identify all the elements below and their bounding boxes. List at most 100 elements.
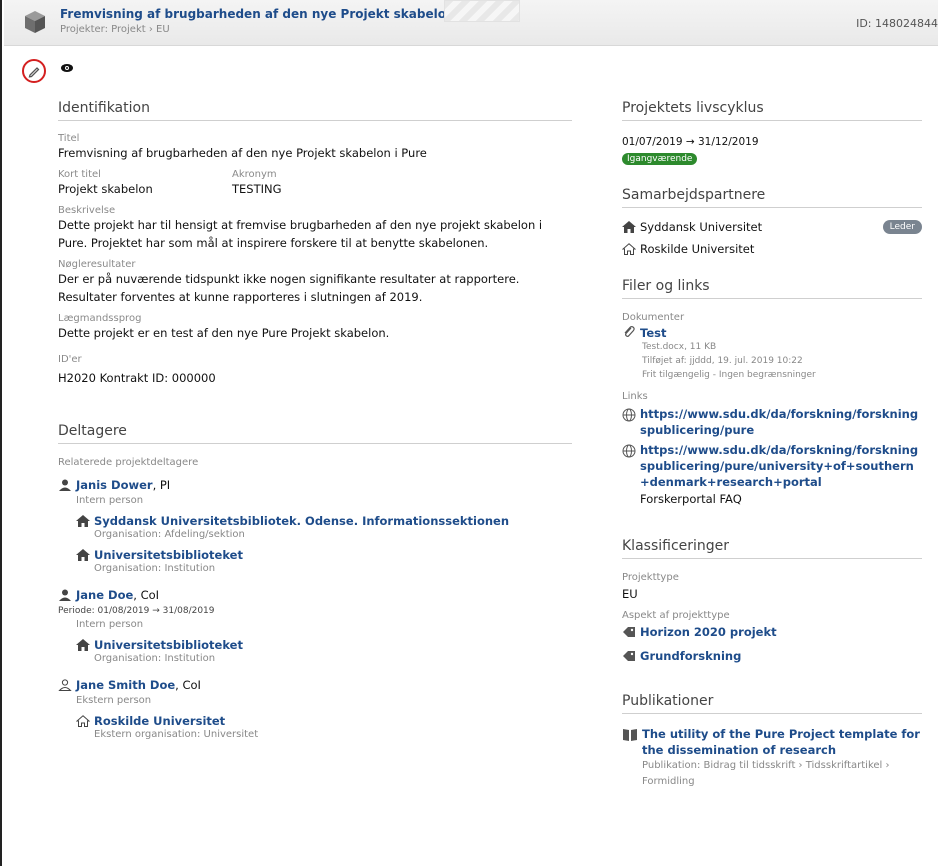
- tag-2-label[interactable]: Grundforskning: [640, 649, 741, 663]
- participant-2-org: Universitetsbiblioteket Organisation: In…: [76, 638, 572, 666]
- house-icon: [622, 221, 636, 233]
- pencil-icon: [28, 67, 40, 78]
- files-heading: Filer og links: [622, 278, 922, 299]
- house-outline-icon: [76, 715, 90, 727]
- short-title-value: Projekt skabelon: [58, 182, 153, 196]
- placeholder-stamp: [444, 0, 520, 22]
- participant-1: Janis Dower, PI Intern person Syddansk U…: [58, 476, 572, 576]
- edit-button[interactable]: [22, 59, 46, 83]
- participant-1-name[interactable]: Janis Dower: [76, 478, 153, 492]
- participant-1-org2: Universitetsbiblioteket Organisation: In…: [76, 548, 572, 576]
- partners-heading: Samarbejdspartnere: [622, 187, 922, 208]
- document-meta-3: Frit tilgængelig - Ingen begrænsninger: [642, 370, 816, 380]
- partners-section: Samarbejdspartnere Syddansk Universitet …: [622, 187, 922, 256]
- lifecycle-section: Projektets livscyklus 01/07/2019 → 31/12…: [622, 100, 922, 165]
- participant-2: Jane Doe, CoI Periode: 01/08/2019 → 31/0…: [58, 586, 572, 666]
- document-meta-2: Tilføjet af: jjddd, 19. jul. 2019 10:22: [642, 356, 803, 366]
- project-type-value: EU: [622, 587, 638, 601]
- partner-2-name[interactable]: Roskilde Universitet: [640, 242, 754, 256]
- tag-1-label[interactable]: Horizon 2020 projekt: [640, 625, 777, 639]
- project-type-label: Projekttype: [622, 572, 679, 583]
- acronym-label: Akronym: [232, 169, 277, 180]
- participant-1-org: Syddansk Universitetsbibliotek. Odense. …: [76, 514, 572, 542]
- participant-3-type: Ekstern person: [76, 695, 152, 706]
- link-2-description: Forskerportal FAQ: [640, 492, 742, 506]
- links-label: Links: [622, 391, 648, 402]
- publication-title[interactable]: The utility of the Pure Project template…: [642, 726, 922, 758]
- house-outline-icon: [622, 243, 636, 255]
- participants-heading: Deltagere: [58, 423, 572, 444]
- link-item-2: https://www.sdu.dk/da/forskning/forsknin…: [622, 442, 922, 508]
- document-link[interactable]: Test: [640, 326, 666, 340]
- title-value: Fremvisning af brugbarheden af den nye P…: [58, 146, 427, 160]
- link-2[interactable]: https://www.sdu.dk/da/forskning/forsknin…: [640, 442, 922, 490]
- document-item: Test Test.docx, 11 KB Tilføjet af: jjddd…: [622, 325, 922, 382]
- publications-section: Publikationer The utility of the Pure Pr…: [622, 693, 922, 790]
- document-meta-1: Test.docx, 11 KB: [642, 342, 717, 352]
- toolbar: [4, 47, 938, 87]
- link-item-1: https://www.sdu.dk/da/forskning/forsknin…: [622, 406, 922, 438]
- participant-3-name[interactable]: Jane Smith Doe: [76, 678, 175, 692]
- participant-2-name[interactable]: Jane Doe: [76, 588, 133, 602]
- participant-3-org-type: Ekstern organisation: Universitet: [94, 729, 259, 740]
- house-icon: [76, 639, 90, 651]
- participant-1-org2-type: Organisation: Institution: [94, 563, 216, 574]
- participant-1-role: , PI: [152, 478, 171, 492]
- classifications-section: Klassificeringer Projekttype EU Aspekt a…: [622, 538, 922, 663]
- documents-label: Dokumenter: [622, 312, 685, 323]
- participant-1-type: Intern person: [76, 495, 144, 506]
- partner-2: Roskilde Universitet: [622, 242, 922, 256]
- participant-1-org2-name[interactable]: Universitetsbiblioteket: [94, 548, 243, 562]
- tag-icon: [623, 627, 635, 637]
- participant-2-role: , CoI: [133, 588, 160, 602]
- page-header: Fremvisning af brugbarheden af den nye P…: [4, 0, 938, 46]
- short-title-row: Kort titel Projekt skabelon Akronym TEST…: [58, 162, 572, 198]
- leader-badge: Leder: [882, 220, 922, 234]
- publication-meta: Publikation: Bidrag til tidsskrift › Tid…: [642, 760, 890, 787]
- globe-icon: [622, 444, 636, 458]
- description-label: Beskrivelse: [58, 205, 116, 216]
- tag-1: Horizon 2020 projekt: [622, 625, 922, 639]
- participant-3-org-name[interactable]: Roskilde Universitet: [94, 714, 225, 728]
- tag-2: Grundforskning: [622, 649, 922, 663]
- page-title[interactable]: Fremvisning af brugbarheden af den nye P…: [60, 7, 498, 21]
- ids-value: H2020 Kontrakt ID: 000000: [58, 371, 216, 385]
- identification-section: Identifikation Titel Fremvisning af brug…: [58, 100, 572, 387]
- left-column: Identifikation Titel Fremvisning af brug…: [58, 100, 572, 764]
- short-title-label: Kort titel: [58, 169, 101, 180]
- tag-icon: [623, 651, 635, 661]
- participant-3-org: Roskilde Universitet Ekstern organisatio…: [76, 714, 572, 742]
- lifecycle-heading: Projektets livscyklus: [622, 100, 922, 121]
- participants-sub: Relaterede projektdeltagere: [58, 457, 199, 468]
- right-column: Projektets livscyklus 01/07/2019 → 31/12…: [622, 100, 922, 812]
- lifecycle-dates: 01/07/2019 → 31/12/2019: [622, 136, 759, 148]
- house-icon: [76, 515, 90, 527]
- participant-1-org-type: Organisation: Afdeling/sektion: [94, 529, 245, 540]
- partner-1: Syddansk Universitet Leder: [622, 220, 922, 234]
- key-results-label: Nøgleresultater: [58, 259, 136, 270]
- identification-heading: Identifikation: [58, 100, 572, 121]
- files-section: Filer og links Dokumenter Test Test.docx…: [622, 278, 922, 508]
- publication-item: The utility of the Pure Project template…: [622, 726, 922, 790]
- publications-heading: Publikationer: [622, 693, 922, 714]
- person-icon: [59, 589, 71, 601]
- aspect-label: Aspekt af projekttype: [622, 610, 730, 621]
- participant-1-org-name[interactable]: Syddansk Universitetsbibliotek. Odense. …: [94, 514, 509, 528]
- participant-2-period: Periode: 01/08/2019 → 31/08/2019: [58, 606, 215, 616]
- title-label: Titel: [58, 133, 80, 144]
- person-icon: [59, 479, 71, 491]
- participant-2-org-type: Organisation: Institution: [94, 653, 216, 664]
- ids-label: ID'er: [58, 354, 82, 365]
- globe-icon: [622, 408, 636, 422]
- link-1[interactable]: https://www.sdu.dk/da/forskning/forsknin…: [640, 406, 922, 438]
- participants-section: Deltagere Relaterede projektdeltagere Ja…: [58, 423, 572, 742]
- partner-1-name[interactable]: Syddansk Universitet: [640, 220, 762, 234]
- eye-icon[interactable]: [60, 63, 74, 73]
- house-icon: [76, 549, 90, 561]
- lay-summary-value: Dette projekt er en test af den nye Pure…: [58, 326, 390, 340]
- key-results-value: Der er på nuværende tidspunkt ikke nogen…: [58, 272, 520, 304]
- paperclip-icon: [624, 326, 635, 337]
- participant-2-type: Intern person: [76, 619, 144, 630]
- lay-summary-label: Lægmandssprog: [58, 313, 142, 324]
- participant-2-org-name[interactable]: Universitetsbiblioteket: [94, 638, 243, 652]
